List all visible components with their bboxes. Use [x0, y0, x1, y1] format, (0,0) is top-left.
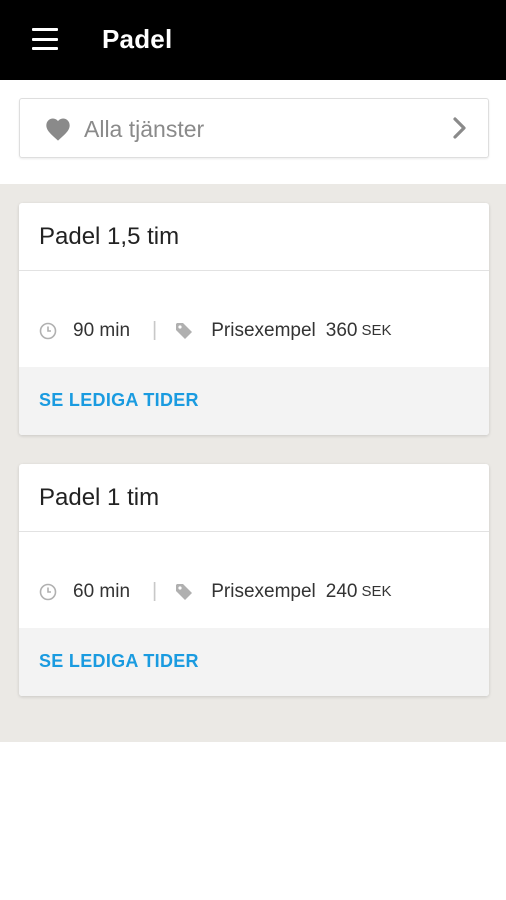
price-currency: SEK [361, 322, 392, 339]
filter-label: Alla tjänster [84, 116, 205, 142]
see-available-times-button[interactable]: SE LEDIGA TIDER [19, 367, 489, 435]
service-card-header: Padel 1,5 tim [19, 203, 489, 271]
service-card: Padel 1 tim 60 min | Prisexempel 240 SEK [19, 464, 489, 696]
see-available-times-button[interactable]: SE LEDIGA TIDER [19, 628, 489, 696]
price-currency: SEK [361, 583, 392, 600]
service-filter-select[interactable]: Alla tjänster [19, 98, 489, 158]
service-card-body: 60 min | Prisexempel 240 SEK [19, 532, 489, 628]
clock-icon [39, 322, 57, 339]
price-value: 240 [325, 580, 358, 602]
service-title: Padel 1,5 tim [39, 223, 180, 250]
service-card: Padel 1,5 tim 90 min | Prisexempel 360 S… [19, 203, 489, 435]
price-tag-icon [176, 583, 193, 600]
price-value: 360 [325, 319, 358, 341]
filter-area: Alla tjänster [0, 80, 506, 184]
meta-divider: | [152, 319, 158, 341]
service-meta: 90 min | Prisexempel 360 SEK [39, 319, 392, 342]
price-label: Prisexempel [211, 319, 316, 341]
price-tag-icon [176, 322, 193, 339]
heart-icon [46, 118, 70, 141]
meta-divider: | [152, 580, 158, 602]
price-label: Prisexempel [211, 580, 316, 602]
service-list: Padel 1,5 tim 90 min | Prisexempel 360 S… [0, 184, 506, 742]
service-duration: 60 min [73, 580, 131, 602]
service-title: Padel 1 tim [39, 484, 160, 511]
service-duration: 90 min [73, 319, 131, 341]
app-header: Padel [0, 0, 506, 80]
service-meta: 60 min | Prisexempel 240 SEK [39, 580, 392, 603]
page-title: Padel [102, 24, 173, 54]
hamburger-menu-icon[interactable] [32, 28, 60, 50]
see-available-times-label: SE LEDIGA TIDER [39, 390, 199, 410]
service-card-header: Padel 1 tim [19, 464, 489, 532]
see-available-times-label: SE LEDIGA TIDER [39, 651, 199, 671]
service-card-body: 90 min | Prisexempel 360 SEK [19, 271, 489, 367]
chevron-right-icon [453, 117, 466, 139]
clock-icon [39, 583, 57, 600]
